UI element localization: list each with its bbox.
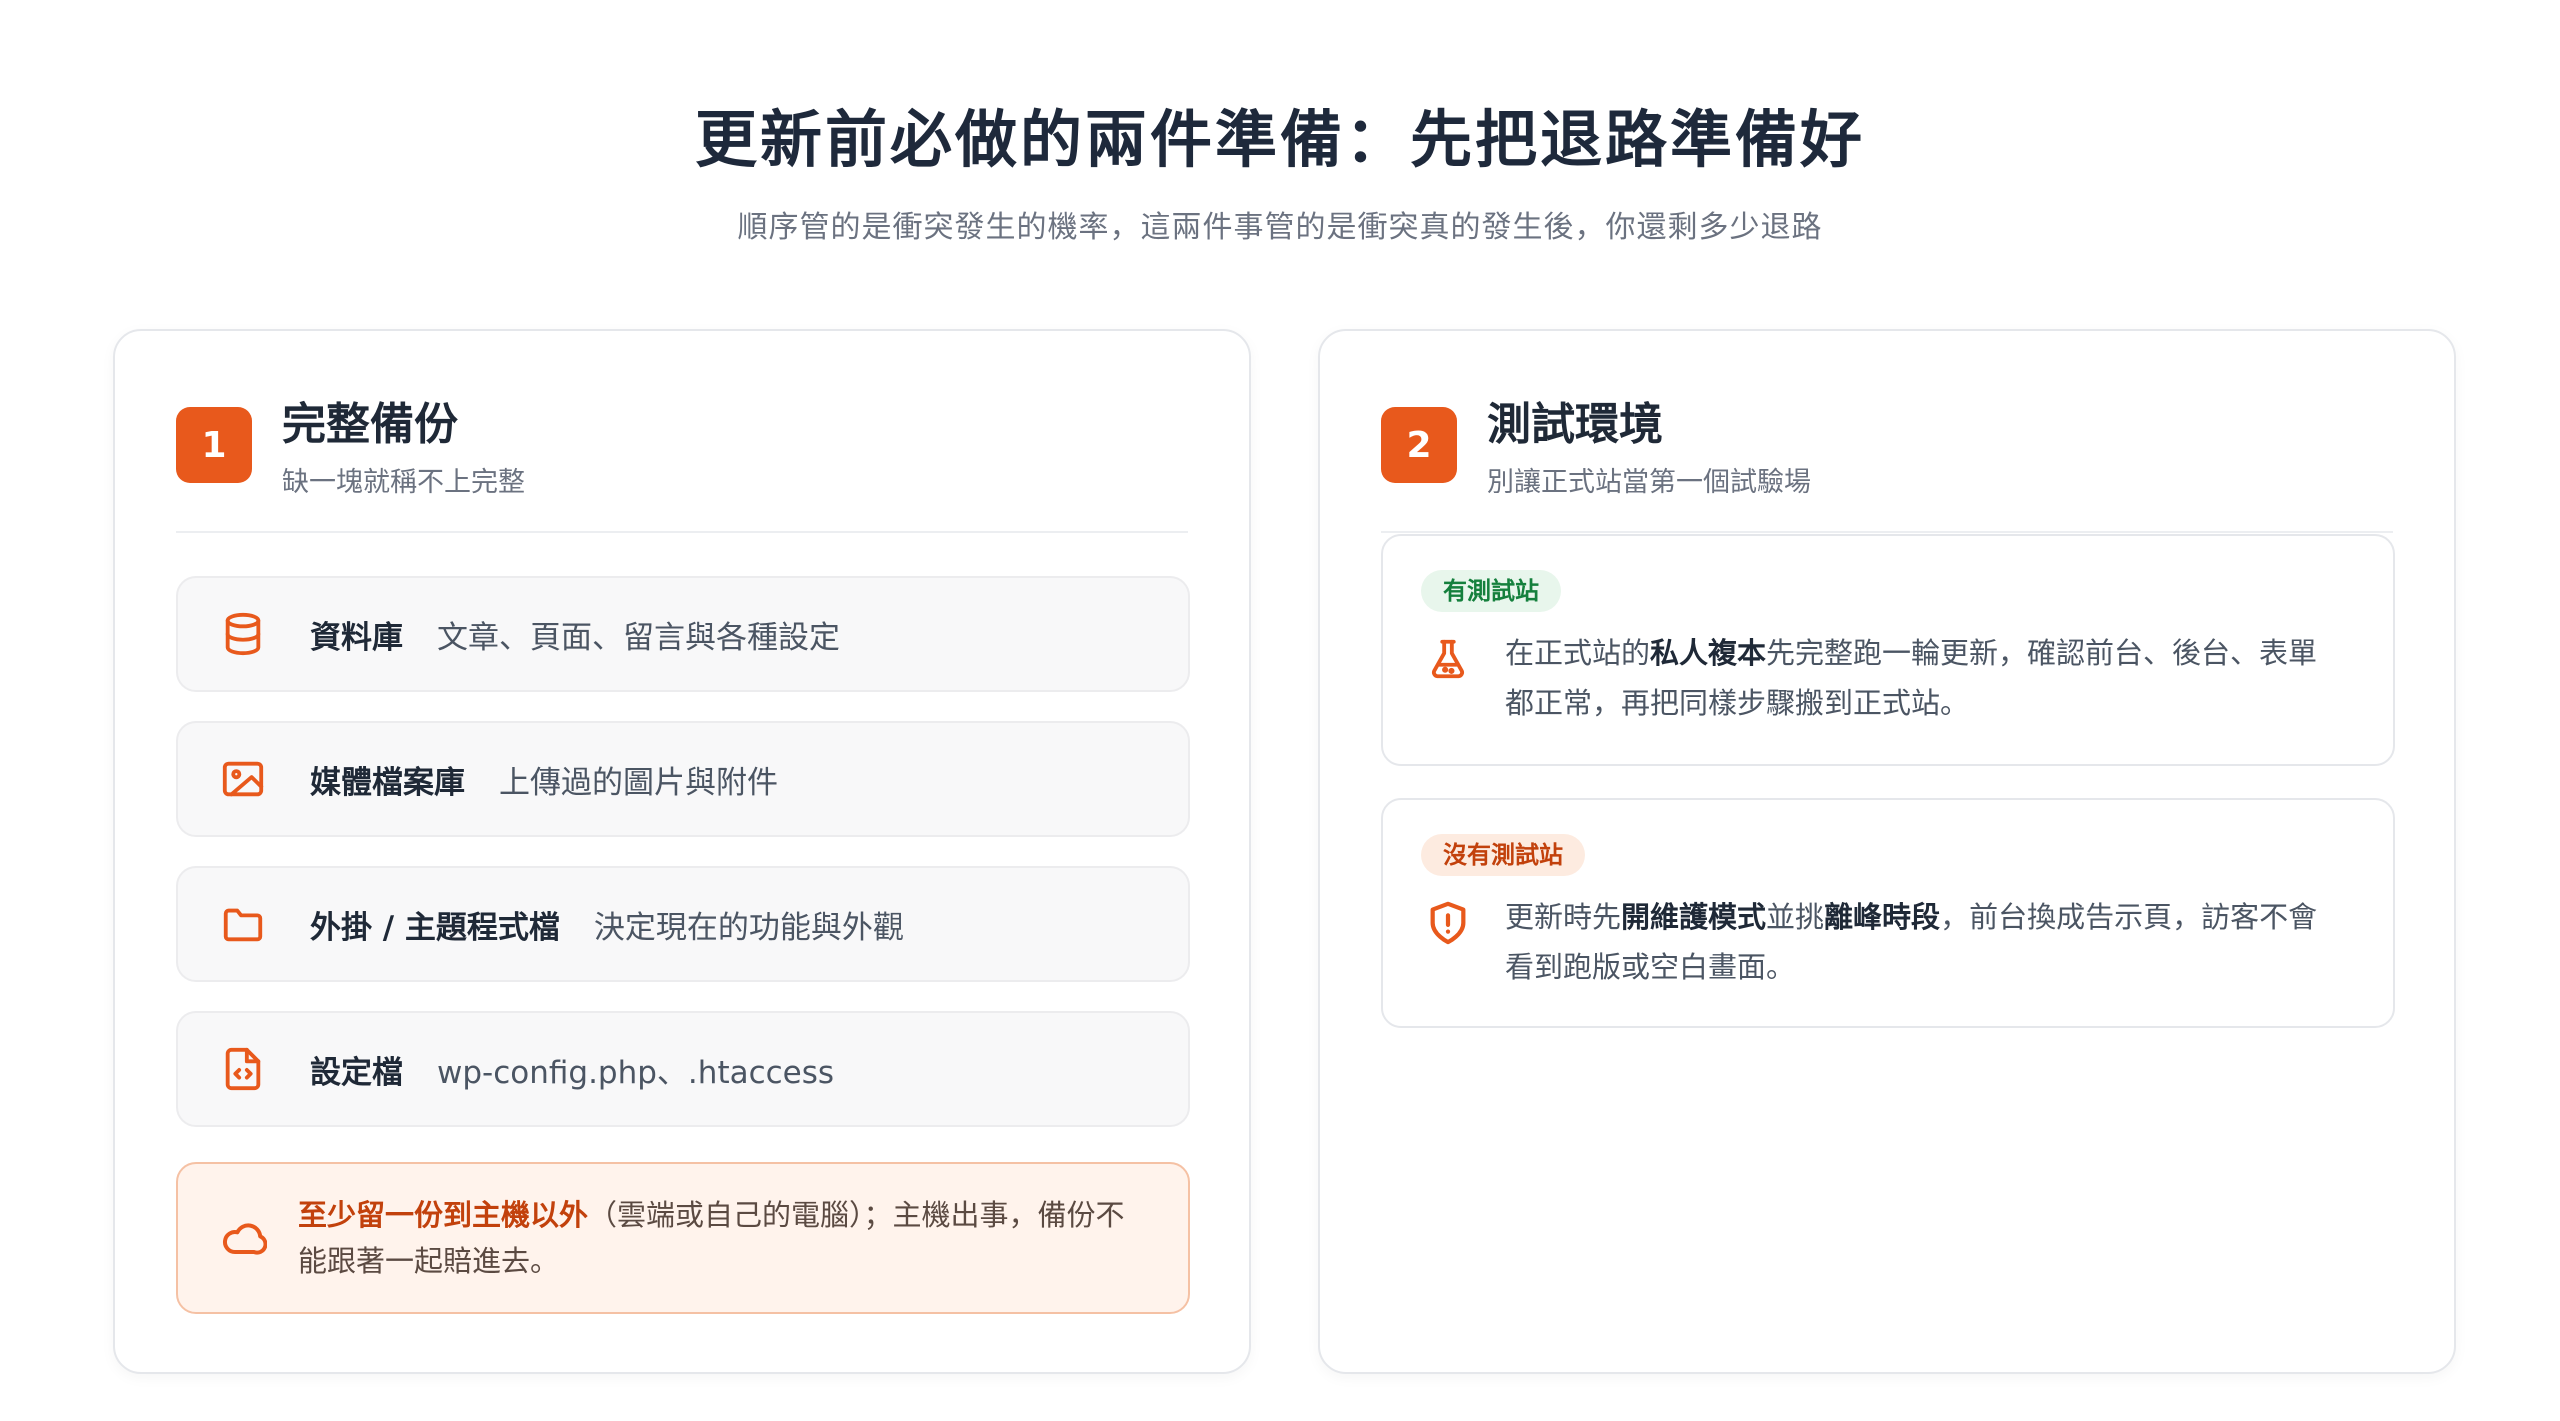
backup-card-header: 1 完整備份 缺一塊就稱不上完整 xyxy=(176,395,525,501)
step-number-badge: 2 xyxy=(1381,407,1457,483)
staging-card-subtitle: 別讓正式站當第一個試驗場 xyxy=(1487,467,1811,498)
backup-item-desc: 文章、頁面、留言與各種設定 xyxy=(437,619,840,656)
shield-alert-icon xyxy=(1425,900,1475,950)
backup-item-label: 媒體檔案庫 xyxy=(310,764,465,801)
status-badge: 有測試站 xyxy=(1421,570,1561,612)
folder-icon xyxy=(218,899,268,949)
backup-item-media: 媒體檔案庫 上傳過的圖片與附件 xyxy=(176,721,1190,837)
page-title: 更新前必做的兩件準備：先把退路準備好 xyxy=(694,103,1865,176)
divider xyxy=(176,531,1188,533)
scenario-without-staging: 沒有測試站 更新時先開維護模式並挑離峰時段，前台換成告示頁，訪客不會看到跑版或空… xyxy=(1381,798,2395,1028)
status-badge: 沒有測試站 xyxy=(1421,834,1585,876)
page-subtitle: 順序管的是衝突發生的機率，這兩件事管的是衝突真的發生後，你還剩多少退路 xyxy=(737,210,1823,245)
image-icon xyxy=(218,754,268,804)
backup-item-label: 外掛 / 主題程式檔 xyxy=(310,909,560,946)
backup-card-subtitle: 缺一塊就稱不上完整 xyxy=(282,467,525,498)
offsite-backup-text: 至少留一份到主機以外（雲端或自己的電腦）；主機出事，備份不能跟著一起賠進去。 xyxy=(298,1198,1125,1278)
backup-item-desc: wp-config.php、.htaccess xyxy=(437,1054,835,1091)
database-icon xyxy=(218,609,268,659)
backup-item-database: 資料庫 文章、頁面、留言與各種設定 xyxy=(176,576,1190,692)
scenario-description: 更新時先開維護模式並挑離峰時段，前台換成告示頁，訪客不會看到跑版或空白畫面。 xyxy=(1505,900,2318,984)
code-file-icon xyxy=(218,1044,268,1094)
scenario-description: 在正式站的私人複本先完整跑一輪更新，確認前台、後台、表單都正常，再把同樣步驟搬到… xyxy=(1505,636,2318,720)
scenario-with-staging: 有測試站 在正式站的私人複本先完整跑一輪更新，確認前台、後台、表單都正常，再把同… xyxy=(1381,534,2395,766)
backup-item-desc: 決定現在的功能與外觀 xyxy=(593,909,904,946)
page-header: 更新前必做的兩件準備：先把退路準備好 順序管的是衝突發生的機率，這兩件事管的是衝… xyxy=(0,100,2560,248)
offsite-backup-note: 至少留一份到主機以外（雲端或自己的電腦）；主機出事，備份不能跟著一起賠進去。 xyxy=(176,1162,1190,1314)
backup-item-desc: 上傳過的圖片與附件 xyxy=(499,764,778,801)
staging-card: 2 測試環境 別讓正式站當第一個試驗場 有測試站 在正式站的私人複本先完整跑一輪… xyxy=(1318,329,2456,1374)
flask-icon xyxy=(1425,636,1475,686)
backup-item-config: 設定檔 wp-config.php、.htaccess xyxy=(176,1011,1190,1127)
divider xyxy=(1381,531,2393,533)
backup-card-title: 完整備份 xyxy=(282,399,458,450)
backup-card: 1 完整備份 缺一塊就稱不上完整 資料庫 文章、頁面、留言與各種設定 媒體檔案庫… xyxy=(113,329,1251,1374)
backup-item-label: 資料庫 xyxy=(310,619,403,656)
staging-card-title: 測試環境 xyxy=(1487,399,1663,450)
cloud-icon xyxy=(218,1213,268,1263)
backup-item-plugins-themes: 外掛 / 主題程式檔 決定現在的功能與外觀 xyxy=(176,866,1190,982)
step-number-badge: 1 xyxy=(176,407,252,483)
staging-card-header: 2 測試環境 別讓正式站當第一個試驗場 xyxy=(1381,395,1811,501)
backup-item-label: 設定檔 xyxy=(310,1054,403,1091)
